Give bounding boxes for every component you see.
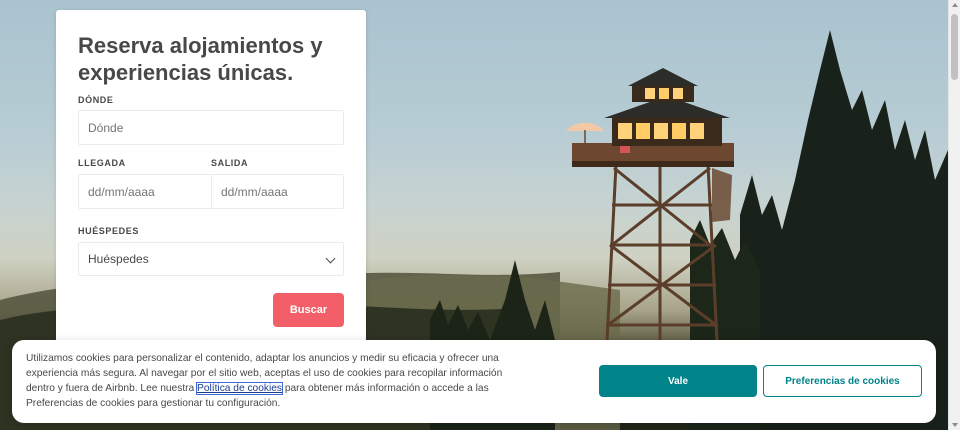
cookie-banner: Utilizamos cookies para personalizar el … [12, 340, 936, 423]
search-card: Reserva alojamientos y experiencias únic… [56, 10, 366, 355]
checkin-field[interactable] [78, 174, 212, 209]
vertical-scrollbar[interactable] [948, 0, 960, 430]
where-label: DÓNDE [78, 95, 114, 105]
checkin-label: LLEGADA [78, 158, 126, 168]
scroll-thumb[interactable] [951, 14, 958, 80]
checkout-label: SALIDA [211, 158, 249, 168]
scroll-up-icon[interactable] [952, 3, 958, 7]
checkout-field[interactable] [211, 174, 344, 209]
cookie-message: Utilizamos cookies para personalizar el … [26, 351, 531, 411]
where-input[interactable] [88, 120, 334, 135]
guests-value: Huéspedes [88, 252, 149, 266]
scroll-down-icon[interactable] [952, 423, 958, 427]
where-field[interactable] [78, 110, 344, 145]
search-button[interactable]: Buscar [273, 293, 344, 327]
checkout-input[interactable] [221, 184, 334, 199]
guests-select[interactable]: Huéspedes [78, 242, 344, 276]
checkin-input[interactable] [88, 184, 202, 199]
cookie-preferences-button[interactable]: Preferencias de cookies [763, 365, 922, 397]
accept-cookies-button[interactable]: Vale [599, 365, 757, 397]
chevron-down-icon [325, 253, 336, 264]
guests-label: HUÉSPEDES [78, 226, 139, 236]
page-title: Reserva alojamientos y experiencias únic… [78, 33, 323, 85]
cookie-policy-link[interactable]: Política de cookies [196, 382, 283, 395]
